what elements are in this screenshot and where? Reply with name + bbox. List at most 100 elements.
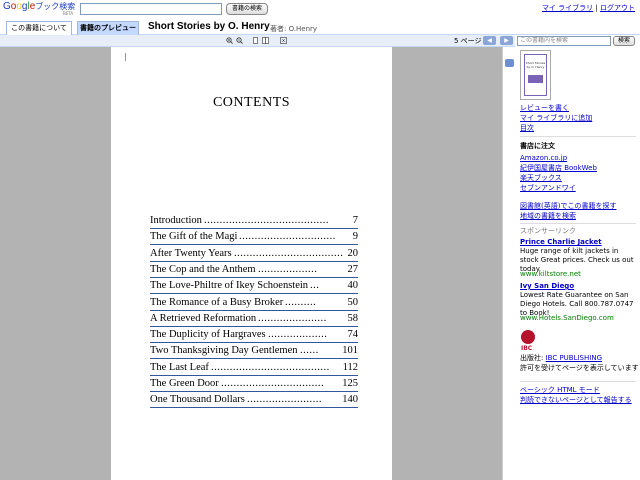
book-search-button[interactable]: 書籍の検索 bbox=[226, 3, 268, 15]
user-links: マイ ライブラリ | ログアウト bbox=[542, 3, 635, 13]
ad-url-1[interactable]: www.kiltstore.net bbox=[520, 270, 581, 278]
toc-entry-leader: ..................................... bbox=[234, 247, 343, 259]
toc-entry-leader: ........................................ bbox=[204, 215, 329, 226]
toc-entry-underline bbox=[150, 342, 358, 344]
write-review-link[interactable]: レビューを書く bbox=[520, 104, 569, 113]
cover-frame: Short Stories by O. Henry bbox=[524, 54, 547, 96]
zoom-in-icon[interactable] bbox=[226, 37, 233, 44]
next-page-button[interactable]: ▶ bbox=[500, 36, 513, 45]
tab-preview[interactable]: 書籍のプレビュー bbox=[77, 21, 139, 35]
toc-entry-title: The Duplicity of Hargraves bbox=[150, 329, 266, 341]
my-library-link[interactable]: マイ ライブラリ bbox=[542, 4, 593, 12]
logout-link[interactable]: ログアウト bbox=[600, 4, 635, 12]
page-viewer[interactable]: CONTENTS Introduction...................… bbox=[0, 47, 502, 480]
store-link-kinokuniya[interactable]: 紀伊国屋書店 BookWeb bbox=[520, 164, 597, 173]
report-page-link[interactable]: 判読できないページとして報告する bbox=[520, 396, 632, 405]
viewer-scrollbar[interactable] bbox=[502, 47, 515, 480]
toc-entry[interactable]: A Retrieved Reformation.................… bbox=[150, 313, 358, 327]
toc-entry[interactable]: The Last Leaf...........................… bbox=[150, 362, 358, 376]
separator: | bbox=[595, 4, 598, 12]
tab-about[interactable]: この書籍について bbox=[6, 21, 72, 35]
store-link-amazon[interactable]: Amazon.co.jp bbox=[520, 154, 567, 163]
publisher-logo-text: IBC bbox=[521, 345, 533, 352]
toc-entry[interactable]: After Twenty Years......................… bbox=[150, 248, 358, 262]
toc-entry-title: The Romance of a Busy Broker bbox=[150, 296, 284, 308]
ad-url-2[interactable]: www.Hotels.SanDiego.com bbox=[520, 314, 614, 322]
book-search-input[interactable] bbox=[80, 3, 222, 15]
toc-entry-underline bbox=[150, 309, 358, 311]
toc-entry-title: The Cop and the Anthem bbox=[150, 263, 256, 275]
book-cover-thumbnail[interactable]: Short Stories by O. Henry bbox=[520, 50, 551, 100]
toc-entry-leader: ...... bbox=[300, 345, 319, 357]
toc-entry-leader: ...................... bbox=[258, 312, 327, 324]
toc-entry-title: Introduction bbox=[150, 215, 202, 226]
zoom-out-icon[interactable] bbox=[236, 37, 243, 44]
toc-entry-underline bbox=[150, 325, 358, 327]
single-page-icon[interactable] bbox=[252, 37, 259, 44]
toc-entry[interactable]: Two Thanksgiving Day Gentlemen...... 101 bbox=[150, 345, 358, 360]
book-title: Short Stories by O. Henry bbox=[148, 21, 270, 32]
toc-entry-page: 125 bbox=[342, 378, 358, 389]
inbook-search-input[interactable]: この書籍内を検索 bbox=[517, 36, 611, 46]
book-page: CONTENTS Introduction...................… bbox=[111, 47, 392, 480]
toc-entry-title: The Green Door bbox=[150, 378, 219, 389]
publisher-label: 出版社: bbox=[520, 354, 544, 362]
publisher-link[interactable]: IBC PUBLISHING bbox=[546, 354, 602, 362]
inbook-search-button[interactable]: 検索 bbox=[613, 36, 635, 46]
find-in-library-link[interactable]: 図書館(英語)でこの書籍を探す bbox=[520, 202, 616, 211]
book-author: 著者: O.Henry bbox=[270, 25, 318, 33]
toc-entry[interactable]: The Love-Philtre of Ikey Schoenstein... 4… bbox=[150, 280, 359, 295]
toc-entry-underline bbox=[150, 228, 358, 229]
permission-text: 許可を受けてページを表示しています bbox=[520, 364, 639, 372]
toc-entry-title: A Retrieved Reformation bbox=[150, 312, 257, 324]
toc-entry[interactable]: The Green Door..........................… bbox=[150, 378, 358, 392]
cover-band bbox=[528, 75, 543, 83]
toc-entry-page: 9 bbox=[352, 231, 358, 243]
publisher-logo bbox=[521, 330, 535, 344]
cover-text: Short Stories by O. Henry bbox=[525, 61, 546, 69]
toc-entry-leader: ...................................... bbox=[211, 361, 330, 373]
toc-entry[interactable]: The Gift of the Magi....................… bbox=[150, 231, 358, 246]
toc-entry-page: 40 bbox=[347, 280, 359, 292]
basic-html-link[interactable]: ベーシック HTML モード bbox=[520, 386, 600, 395]
store-link-7andy[interactable]: セブンアンドワイ bbox=[520, 184, 576, 193]
scroll-thumb[interactable] bbox=[505, 59, 514, 67]
toc-entry-leader: ............................... bbox=[239, 231, 336, 243]
toc-entry[interactable]: Introduction............................… bbox=[150, 215, 358, 229]
viewer-toolbar: 5 ページ ◀ ▶ bbox=[0, 35, 515, 47]
tabs-row: この書籍について 書籍のプレビュー Short Stories by O. He… bbox=[0, 18, 640, 35]
toc-entry[interactable]: One Thousand Dollars....................… bbox=[150, 394, 358, 409]
add-to-library-link[interactable]: マイ ライブラリに追加 bbox=[520, 114, 592, 123]
toc-entry-leader: ................................. bbox=[221, 378, 325, 389]
toc-entry[interactable]: The Romance of a Busy Broker.......... 50 bbox=[150, 297, 358, 311]
toc-entry-page: 58 bbox=[347, 312, 359, 324]
divider bbox=[520, 136, 636, 137]
ad-title-2[interactable]: Ivy San Diego bbox=[520, 282, 574, 290]
toc-entry-underline bbox=[150, 358, 358, 360]
search-local-link[interactable]: 地域の書籍を検索 bbox=[520, 212, 576, 221]
toc-entry-underline bbox=[150, 391, 358, 392]
ad-title-1[interactable]: Prince Charlie Jacket bbox=[520, 238, 602, 246]
buy-heading: 書店に注文 bbox=[520, 142, 555, 150]
top-bar: Googleブック検索 BETA 書籍の検索 マイ ライブラリ | ログアウト bbox=[0, 0, 640, 18]
toc-entry-title: One Thousand Dollars bbox=[150, 394, 245, 406]
publisher-line: 出版社: IBC PUBLISHING bbox=[520, 354, 602, 363]
toc-entry-leader: ........................ bbox=[247, 394, 322, 406]
toc-entry-leader: ................... bbox=[258, 263, 318, 275]
toc-entry-page: 20 bbox=[347, 247, 359, 259]
toc-entry[interactable]: The Duplicity of Hargraves..............… bbox=[150, 329, 359, 344]
toc-link[interactable]: 目次 bbox=[520, 124, 534, 133]
toc-entry-page: 74 bbox=[347, 329, 359, 341]
toc-entry-underline bbox=[150, 407, 358, 409]
store-link-rakuten[interactable]: 楽天ブックス bbox=[520, 174, 562, 183]
toc-entry-underline bbox=[150, 374, 358, 376]
two-page-icon[interactable] bbox=[262, 37, 269, 44]
toc-entry-page: 112 bbox=[342, 361, 358, 373]
toc-entry-page: 27 bbox=[347, 263, 359, 275]
prev-page-button[interactable]: ◀ bbox=[483, 36, 496, 45]
divider bbox=[520, 381, 636, 382]
toc-entry[interactable]: The Cop and the Anthem..................… bbox=[150, 264, 358, 278]
fullscreen-icon[interactable] bbox=[280, 37, 287, 44]
sponsored-label: スポンサーリンク bbox=[520, 227, 576, 235]
toc-entry-title: The Gift of the Magi bbox=[150, 231, 238, 243]
